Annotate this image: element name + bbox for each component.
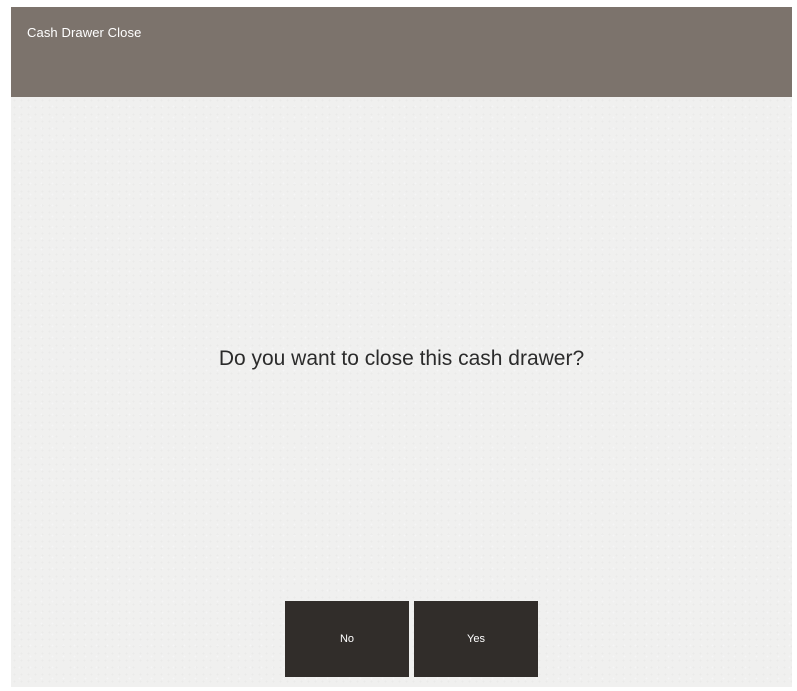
no-button-label: No xyxy=(339,633,355,645)
confirmation-message: Do you want to close this cash drawer? xyxy=(218,347,585,370)
no-button[interactable]: No xyxy=(285,601,409,677)
title-bar: Cash Drawer Close xyxy=(11,7,792,97)
yes-button[interactable]: Yes xyxy=(414,601,538,677)
button-row: No Yes xyxy=(285,601,538,677)
dialog-content: Do you want to close this cash drawer? N… xyxy=(11,97,792,687)
screen-title: Cash Drawer Close xyxy=(27,25,142,40)
cash-drawer-close-screen: Cash Drawer Close Do you want to close t… xyxy=(11,7,792,687)
yes-button-label: Yes xyxy=(467,633,485,645)
